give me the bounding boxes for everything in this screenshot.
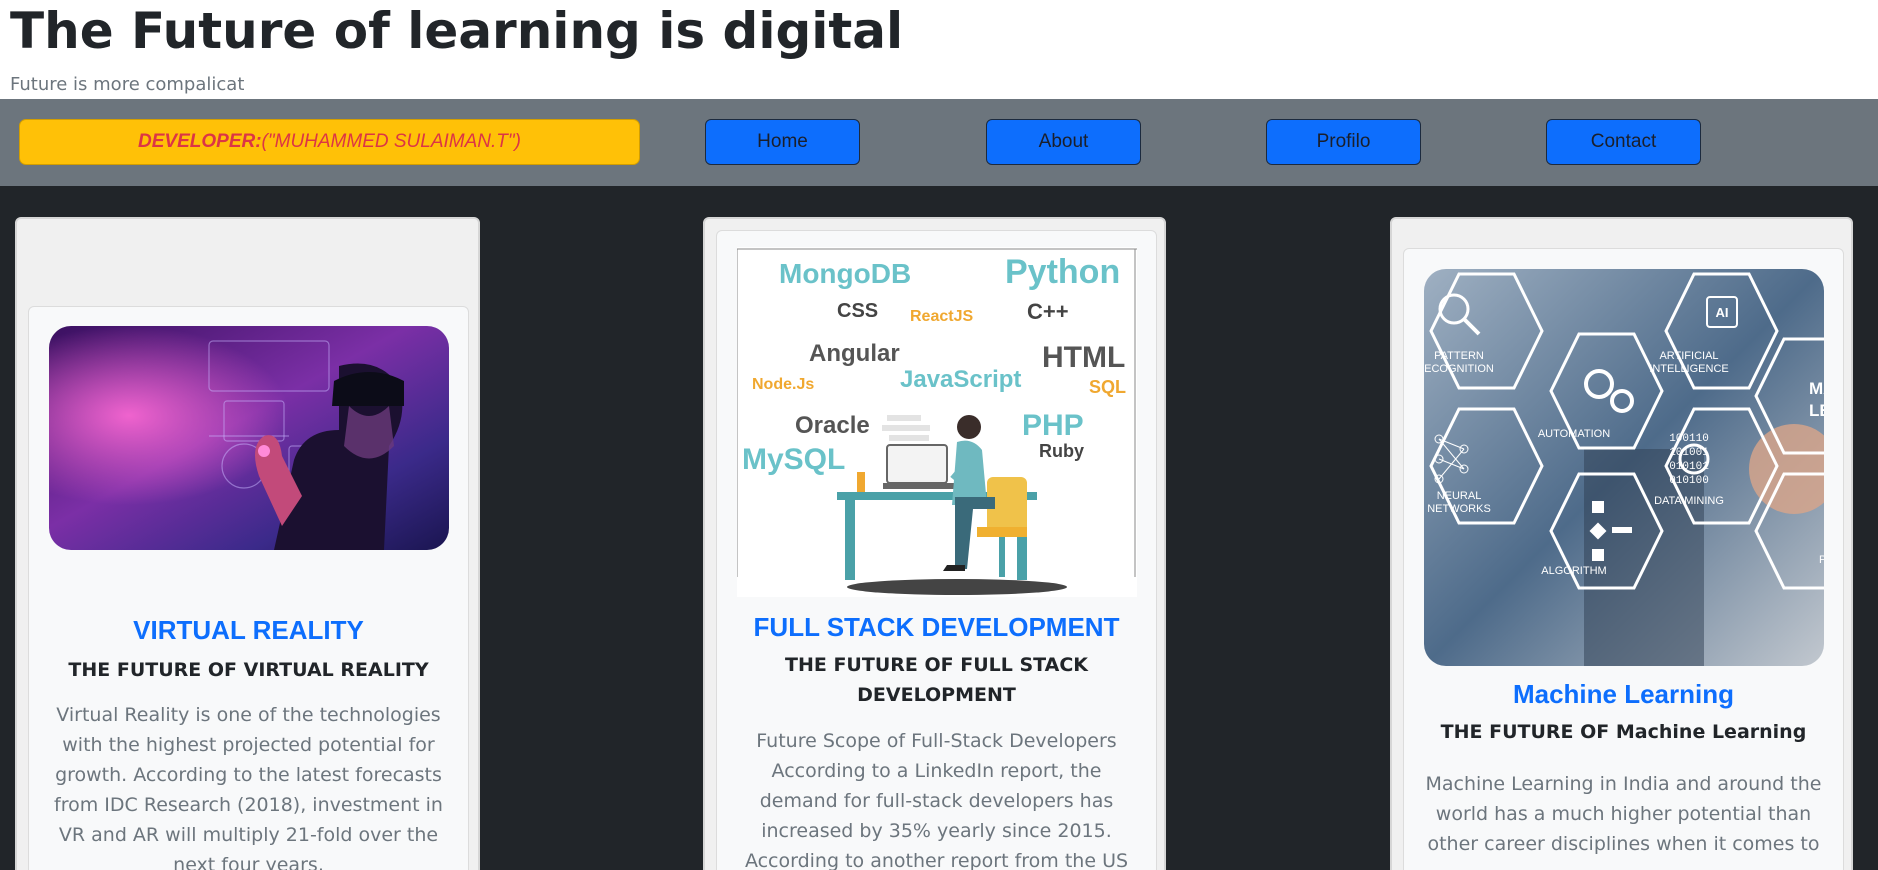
svg-text:MongoDB: MongoDB	[779, 258, 911, 289]
card-subtitle: THE FUTURE OF Machine Learning	[1440, 721, 1807, 743]
svg-text:LEARN: LEARN	[1809, 401, 1824, 420]
svg-text:AI: AI	[1716, 305, 1729, 320]
card-title: VIRTUAL REALITY	[133, 615, 364, 645]
card-title: Machine Learning	[1512, 679, 1735, 709]
developer-label: DEVELOPER:	[138, 131, 262, 152]
svg-text:DATA MINING: DATA MINING	[1654, 495, 1724, 507]
navbar: DEVELOPER: ("MUHAMMED SULAIMAN.T") Home A…	[0, 99, 1878, 186]
card-body: PATTERN ECOGNITION AI ARTIFICIAL INTELLI…	[1403, 248, 1844, 870]
page-subtitle: Future is more compalicat	[10, 74, 245, 95]
svg-text:ALGORITHM: ALGORITHM	[1541, 565, 1606, 577]
about-button[interactable]: About	[986, 119, 1141, 165]
svg-text:NETWORKS: NETWORKS	[1427, 503, 1491, 515]
svg-text:SQL: SQL	[1089, 377, 1126, 397]
vr-headset-icon	[49, 326, 449, 550]
developer-badge[interactable]: DEVELOPER: ("MUHAMMED SULAIMAN.T")	[19, 119, 640, 165]
svg-text:010100: 010100	[1669, 475, 1709, 487]
svg-text:ReactJS: ReactJS	[910, 308, 973, 325]
card-text: Machine Learning in India and around the…	[1425, 773, 1822, 855]
card-text: Virtual Reality is one of the technologi…	[54, 704, 443, 870]
svg-text:INTELLIGENCE: INTELLIGENCE	[1649, 363, 1728, 375]
svg-text:ARTIFICIAL: ARTIFICIAL	[1659, 350, 1718, 362]
developer-desk-icon: MongoDB Python CSS ReactJS C++ Angular H…	[736, 247, 1137, 597]
svg-text:PHP: PHP	[1022, 409, 1084, 442]
card-machine-learning: PATTERN ECOGNITION AI ARTIFICIAL INTELLI…	[1390, 217, 1853, 870]
card-subtitle: THE FUTURE OF FULL STACK DEVELOPMENT	[785, 654, 1088, 706]
home-button[interactable]: Home	[705, 119, 860, 165]
svg-text:HTML: HTML	[1042, 341, 1125, 374]
page-title: The Future of learning is digital	[10, 2, 904, 60]
svg-text:Angular: Angular	[809, 340, 900, 367]
card-body: MongoDB Python CSS ReactJS C++ Angular H…	[716, 230, 1157, 870]
svg-text:PATTERN: PATTERN	[1434, 350, 1484, 362]
card-title: FULL STACK DEVELOPMENT	[753, 612, 1120, 642]
card-body: VIRTUAL REALITY THE FUTURE OF VIRTUAL RE…	[28, 306, 469, 870]
svg-text:Python: Python	[1005, 253, 1120, 291]
svg-text:ECOGNITION: ECOGNITION	[1424, 363, 1494, 375]
card-text: Future Scope of Full-Stack Developers Ac…	[744, 730, 1129, 870]
profilo-button[interactable]: Profilo	[1266, 119, 1421, 165]
svg-text:CSS: CSS	[837, 300, 878, 322]
card-full-stack: MongoDB Python CSS ReactJS C++ Angular H…	[703, 217, 1166, 870]
vr-image	[49, 326, 449, 550]
page-header: The Future of learning is digital Future…	[0, 0, 1878, 98]
developer-name: ("MUHAMMED SULAIMAN.T")	[261, 131, 521, 152]
fullstack-image: MongoDB Python CSS ReactJS C++ Angular H…	[736, 247, 1137, 597]
svg-text:Ruby: Ruby	[1039, 441, 1084, 461]
svg-text:MySQL: MySQL	[742, 443, 845, 476]
svg-text:AUTOMATION: AUTOMATION	[1538, 428, 1610, 440]
ml-image: PATTERN ECOGNITION AI ARTIFICIAL INTELLI…	[1424, 269, 1824, 666]
svg-text:MACH: MACH	[1809, 379, 1824, 398]
svg-text:PROBLE: PROBLE	[1819, 554, 1824, 566]
svg-text:C++: C++	[1027, 299, 1069, 324]
svg-text:NEURAL: NEURAL	[1437, 490, 1482, 502]
svg-text:Node.Js: Node.Js	[752, 376, 814, 393]
ml-hexagon-icon: PATTERN ECOGNITION AI ARTIFICIAL INTELLI…	[1424, 269, 1824, 666]
svg-text:JavaScript: JavaScript	[900, 366, 1021, 393]
card-subtitle: THE FUTURE OF VIRTUAL REALITY	[68, 659, 429, 681]
svg-text:100110: 100110	[1669, 433, 1709, 445]
svg-text:Oracle: Oracle	[795, 412, 870, 439]
card-virtual-reality: VIRTUAL REALITY THE FUTURE OF VIRTUAL RE…	[15, 217, 480, 870]
contact-button[interactable]: Contact	[1546, 119, 1701, 165]
